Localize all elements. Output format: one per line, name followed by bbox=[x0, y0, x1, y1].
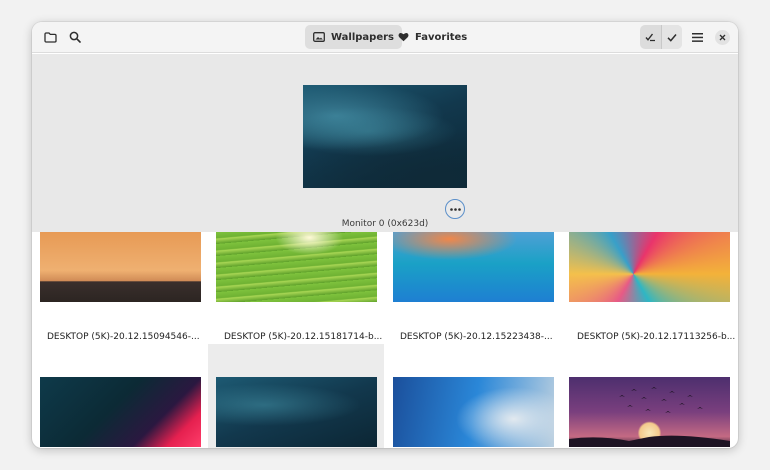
birds-icon bbox=[569, 387, 730, 447]
wallpaper-caption: DESKTOP (5K)-20.12.15181714-b... bbox=[224, 332, 383, 342]
tab-wallpapers[interactable]: Wallpapers bbox=[305, 25, 403, 49]
close-icon bbox=[719, 34, 726, 41]
image-icon bbox=[313, 32, 325, 42]
tab-favorites-label: Favorites bbox=[415, 31, 468, 43]
wallpaper-thumbnail[interactable] bbox=[393, 232, 554, 302]
wallpaper-thumbnail[interactable] bbox=[393, 377, 554, 447]
select-all-icon bbox=[645, 33, 655, 42]
wallpaper-caption: DESKTOP (5K)-20.12.17113256-b... bbox=[577, 332, 736, 342]
wallpaper-caption: DESKTOP (5K)-20.12.15223438-... bbox=[400, 332, 553, 342]
wallpaper-thumbnail[interactable] bbox=[216, 232, 377, 302]
wallpaper-thumbnail[interactable] bbox=[569, 377, 730, 447]
monitor-options-button[interactable] bbox=[445, 199, 465, 219]
checkmark-icon bbox=[667, 33, 677, 42]
ellipsis-icon bbox=[449, 207, 461, 211]
folder-icon bbox=[43, 31, 57, 43]
wallpaper-thumbnail[interactable] bbox=[40, 377, 201, 447]
search-icon bbox=[69, 31, 81, 43]
tab-favorites[interactable]: Favorites bbox=[390, 25, 475, 49]
search-button[interactable] bbox=[63, 25, 87, 49]
select-all-button[interactable] bbox=[640, 25, 661, 49]
main-menu-button[interactable] bbox=[685, 25, 709, 49]
hamburger-menu-icon bbox=[691, 32, 703, 42]
monitor-preview-area: Monitor 0 (0x623d) bbox=[32, 54, 738, 232]
wallpaper-thumbnail[interactable] bbox=[40, 232, 201, 302]
wallpaper-thumbnail-selected[interactable] bbox=[216, 377, 377, 447]
heart-icon bbox=[398, 32, 409, 42]
apply-button[interactable] bbox=[661, 25, 682, 49]
header-bar: Wallpapers Favorites bbox=[32, 22, 738, 53]
tab-wallpapers-label: Wallpapers bbox=[331, 31, 395, 43]
open-folder-button[interactable] bbox=[38, 25, 62, 49]
monitor-preview-image bbox=[303, 85, 467, 188]
selection-mode-group bbox=[640, 25, 682, 49]
monitor-label: Monitor 0 (0x623d) bbox=[341, 219, 429, 229]
wallpaper-caption: DESKTOP (5K)-20.12.15094546-... bbox=[47, 332, 200, 342]
wallpaper-thumbnail[interactable] bbox=[569, 232, 730, 302]
wallpaper-grid: DESKTOP (5K)-20.12.15094546-... DESKTOP … bbox=[32, 232, 738, 448]
app-window: Wallpapers Favorites Monitor 0 (0x623d) … bbox=[32, 22, 738, 448]
close-button[interactable] bbox=[715, 30, 730, 45]
